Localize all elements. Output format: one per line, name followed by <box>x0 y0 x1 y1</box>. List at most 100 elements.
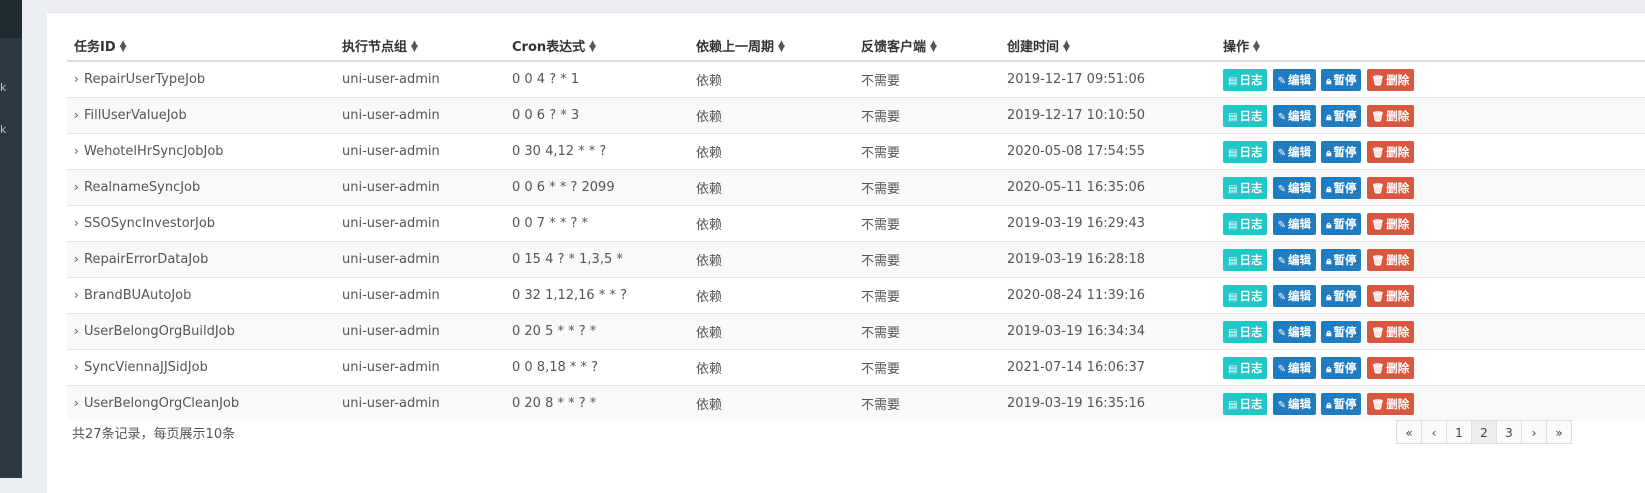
chevron-right-icon[interactable]: › <box>74 324 84 338</box>
column-header-cron[interactable]: Cron表达式 ▲ ▼ <box>505 30 689 62</box>
sort-icon[interactable]: ▲ ▼ <box>589 40 596 54</box>
table-row[interactable]: › SyncViennaJJSidJob uni-user-admin 0 0 8,1… <box>67 349 1645 386</box>
cell-task-id[interactable]: › RepairErrorDataJob <box>67 241 335 278</box>
cell-node-group: uni-user-admin <box>335 97 505 134</box>
pause-button[interactable]: 🔒︎ 暂停 <box>1321 176 1362 199</box>
table-row[interactable]: › RepairErrorDataJob uni-user-admin 0 15 4 … <box>67 241 1645 278</box>
table-row[interactable]: › FillUserValueJob uni-user-admin 0 0 6 ? *… <box>67 97 1645 134</box>
log-button[interactable]: ▤ 日志 <box>1223 356 1268 379</box>
cell-created: 2019-03-19 16:34:34 <box>1000 313 1216 350</box>
cell-task-id[interactable]: › BrandBUAutoJob <box>67 277 335 314</box>
task-id: UserBelongOrgBuildJob <box>84 324 235 339</box>
pause-button[interactable]: 🔒︎ 暂停 <box>1321 284 1362 307</box>
trash-icon: 🗑︎ <box>1371 255 1385 267</box>
sort-icon[interactable]: ▲ ▼ <box>930 40 937 54</box>
pause-button[interactable]: 🔒︎ 暂停 <box>1321 104 1362 127</box>
delete-button[interactable]: 🗑︎ 删除 <box>1366 320 1415 343</box>
column-header-created[interactable]: 创建时间 ▲ ▼ <box>1000 30 1216 62</box>
log-button[interactable]: ▤ 日志 <box>1223 104 1268 127</box>
column-header-feedback[interactable]: 反馈客户端 ▲ ▼ <box>854 30 1000 62</box>
edit-button[interactable]: ✎ 编辑 <box>1272 176 1316 199</box>
sort-icon[interactable]: ▲ ▼ <box>1063 40 1070 54</box>
sidebar-item-collapsed[interactable]: k <box>0 82 6 94</box>
delete-button[interactable]: 🗑︎ 删除 <box>1366 284 1415 307</box>
cell-task-id[interactable]: › SSOSyncInvestorJob <box>67 205 335 242</box>
log-button[interactable]: ▤ 日志 <box>1223 320 1268 343</box>
sort-icon[interactable]: ▲ ▼ <box>120 40 127 54</box>
edit-button[interactable]: ✎ 编辑 <box>1272 356 1316 379</box>
log-button[interactable]: ▤ 日志 <box>1223 392 1268 415</box>
cell-task-id[interactable]: › RealnameSyncJob <box>67 169 335 206</box>
pagination-page-2[interactable]: 2 <box>1471 420 1497 444</box>
cell-actions: ▤ 日志 ✎ 编辑 🔒︎ 暂停 🗑︎ 删除 <box>1216 133 1645 170</box>
delete-button[interactable]: 🗑︎ 删除 <box>1366 392 1415 415</box>
delete-button[interactable]: 🗑︎ 删除 <box>1366 176 1415 199</box>
column-header-task-id[interactable]: 任务ID ▲ ▼ <box>67 30 335 62</box>
table-row[interactable]: › BrandBUAutoJob uni-user-admin 0 32 1,12,1… <box>67 277 1645 314</box>
chevron-right-icon[interactable]: › <box>74 252 84 266</box>
sort-icon[interactable]: ▲ ▼ <box>1253 40 1260 54</box>
sort-icon[interactable]: ▲ ▼ <box>778 40 785 54</box>
pagination-next[interactable]: › <box>1521 420 1547 444</box>
delete-button[interactable]: 🗑︎ 删除 <box>1366 140 1415 163</box>
log-button[interactable]: ▤ 日志 <box>1223 68 1268 91</box>
table-row[interactable]: › SSOSyncInvestorJob uni-user-admin 0 0 7 *… <box>67 205 1645 242</box>
log-button[interactable]: ▤ 日志 <box>1223 248 1268 271</box>
cell-task-id[interactable]: › RepairUserTypeJob <box>67 60 335 98</box>
log-button[interactable]: ▤ 日志 <box>1223 284 1268 307</box>
table-row[interactable]: › UserBelongOrgCleanJob uni-user-admin 0 20… <box>67 385 1645 421</box>
cell-task-id[interactable]: › UserBelongOrgBuildJob <box>67 313 335 350</box>
pause-button[interactable]: 🔒︎ 暂停 <box>1321 212 1362 235</box>
edit-button[interactable]: ✎ 编辑 <box>1272 320 1316 343</box>
pause-button[interactable]: 🔒︎ 暂停 <box>1321 68 1362 91</box>
column-header-dependency[interactable]: 依赖上一周期 ▲ ▼ <box>689 30 854 62</box>
pause-button[interactable]: 🔒︎ 暂停 <box>1321 320 1362 343</box>
cell-cron: 0 0 6 ? * 3 <box>505 97 689 134</box>
pause-button[interactable]: 🔒︎ 暂停 <box>1321 140 1362 163</box>
edit-button[interactable]: ✎ 编辑 <box>1272 248 1316 271</box>
chevron-right-icon[interactable]: › <box>74 108 84 122</box>
table-row[interactable]: › RepairUserTypeJob uni-user-admin 0 0 4 ? … <box>67 60 1645 98</box>
edit-button[interactable]: ✎ 编辑 <box>1272 140 1316 163</box>
cell-task-id[interactable]: › UserBelongOrgCleanJob <box>67 385 335 421</box>
edit-button[interactable]: ✎ 编辑 <box>1272 392 1316 415</box>
sort-icon[interactable]: ▲ ▼ <box>411 40 418 54</box>
chevron-right-icon[interactable]: › <box>74 360 84 374</box>
log-button[interactable]: ▤ 日志 <box>1223 212 1268 235</box>
table-row[interactable]: › RealnameSyncJob uni-user-admin 0 0 6 * * … <box>67 169 1645 206</box>
pagination-page-1[interactable]: 1 <box>1446 420 1472 444</box>
edit-button[interactable]: ✎ 编辑 <box>1272 104 1316 127</box>
column-header-actions[interactable]: 操作 ▲ ▼ <box>1216 30 1645 62</box>
pause-button[interactable]: 🔒︎ 暂停 <box>1321 392 1362 415</box>
cell-task-id[interactable]: › WehotelHrSyncJobJob <box>67 133 335 170</box>
table-row[interactable]: › UserBelongOrgBuildJob uni-user-admin 0 20… <box>67 313 1645 350</box>
task-id: BrandBUAutoJob <box>84 288 192 303</box>
delete-button[interactable]: 🗑︎ 删除 <box>1366 212 1415 235</box>
cell-task-id[interactable]: › FillUserValueJob <box>67 97 335 134</box>
delete-button[interactable]: 🗑︎ 删除 <box>1366 248 1415 271</box>
cell-task-id[interactable]: › SyncViennaJJSidJob <box>67 349 335 386</box>
chevron-right-icon[interactable]: › <box>74 180 84 194</box>
delete-button[interactable]: 🗑︎ 删除 <box>1366 104 1415 127</box>
pause-button[interactable]: 🔒︎ 暂停 <box>1321 248 1362 271</box>
pagination-last[interactable]: » <box>1546 420 1572 444</box>
pagination-prev[interactable]: ‹ <box>1421 420 1447 444</box>
chevron-right-icon[interactable]: › <box>74 288 84 302</box>
edit-button[interactable]: ✎ 编辑 <box>1272 284 1316 307</box>
chevron-right-icon[interactable]: › <box>74 72 84 86</box>
log-button[interactable]: ▤ 日志 <box>1223 140 1268 163</box>
edit-button[interactable]: ✎ 编辑 <box>1272 68 1316 91</box>
chevron-right-icon[interactable]: › <box>74 216 84 230</box>
edit-button[interactable]: ✎ 编辑 <box>1272 212 1316 235</box>
pagination-page-3[interactable]: 3 <box>1496 420 1522 444</box>
table-row[interactable]: › WehotelHrSyncJobJob uni-user-admin 0 30 4… <box>67 133 1645 170</box>
log-button[interactable]: ▤ 日志 <box>1223 176 1268 199</box>
delete-button[interactable]: 🗑︎ 删除 <box>1366 356 1415 379</box>
pagination-first[interactable]: « <box>1396 420 1422 444</box>
chevron-right-icon[interactable]: › <box>74 396 84 410</box>
delete-button[interactable]: 🗑︎ 删除 <box>1366 68 1415 91</box>
column-header-node-group[interactable]: 执行节点组 ▲ ▼ <box>335 30 505 62</box>
sidebar-item-collapsed[interactable]: k <box>0 124 6 136</box>
pause-button[interactable]: 🔒︎ 暂停 <box>1321 356 1362 379</box>
chevron-right-icon[interactable]: › <box>74 144 84 158</box>
